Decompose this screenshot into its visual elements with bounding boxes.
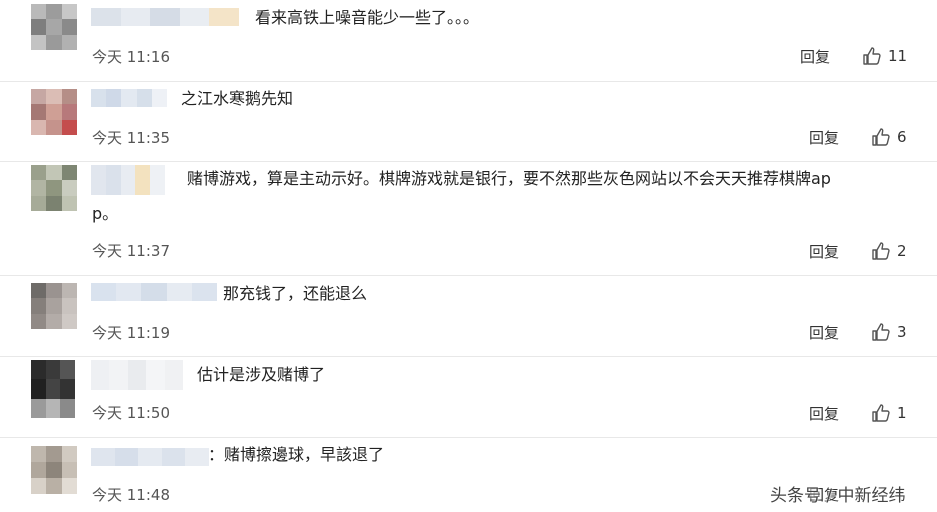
reply-button[interactable]: 回复 [809,241,839,262]
avatar[interactable] [31,360,75,418]
comment-time: 今天 11:35 [92,129,170,147]
thumbs-up-icon [872,404,890,422]
comment-time: 今天 11:16 [92,48,170,66]
comment-item: 那充钱了，还能退么 今天 11:19 回复 3 [0,276,937,357]
username[interactable] [91,448,209,466]
like-button[interactable]: 2 [871,241,907,261]
thumbs-up-icon [872,128,890,146]
username[interactable] [91,8,239,26]
comment-text: 看来高铁上噪音能少一些了。。。 [255,8,480,27]
username[interactable] [91,165,165,195]
comment-text: 之江水寒鹅先知 [181,89,294,108]
comment-text: ：赌博擦邊球，早該退了 [208,445,385,464]
avatar[interactable] [31,4,77,50]
comment-item: 赌博游戏，算是主动示好。棋牌游戏就是银行，要不然那些灰色网站以不会天天推荐棋牌a… [0,162,937,276]
avatar[interactable] [31,446,77,494]
avatar[interactable] [31,89,77,135]
comment-time: 今天 11:37 [92,242,170,260]
watermark: 头条号 / 中新经纬 [770,486,906,506]
comment-text: 那充钱了，还能退么 [223,284,368,303]
username[interactable] [91,283,218,301]
thumbs-up-icon [863,47,881,65]
thumbs-up-icon [872,323,890,341]
like-count: 6 [897,128,907,146]
like-count: 11 [888,47,908,65]
comment-item: 看来高铁上噪音能少一些了。。。 今天 11:16 回复 11 [0,0,937,82]
like-button[interactable]: 6 [871,127,907,147]
like-button[interactable]: 3 [871,322,907,342]
comment-time: 今天 11:48 [92,486,170,504]
reply-button[interactable]: 回复 [809,322,839,343]
username[interactable] [91,89,168,107]
like-button[interactable]: 11 [862,46,907,66]
like-button[interactable]: 1 [871,403,907,423]
comment-time: 今天 11:50 [92,404,170,422]
reply-button[interactable]: 回复 [800,46,830,67]
reply-button[interactable]: 回复 [809,127,839,148]
avatar[interactable] [31,283,77,329]
comment-text-continued: p。 [92,204,119,223]
comment-time: 今天 11:19 [92,324,170,342]
thumbs-up-icon [872,242,890,260]
username[interactable] [91,360,184,390]
reply-button[interactable]: 回复 [809,403,839,424]
comment-text: 估计是涉及赌博了 [197,365,326,384]
like-count: 1 [897,404,907,422]
like-count: 2 [897,242,907,260]
comment-text: 赌博游戏，算是主动示好。棋牌游戏就是银行，要不然那些灰色网站以不会天天推荐棋牌a… [187,169,831,188]
comment-item: 估计是涉及赌博了 今天 11:50 回复 1 [0,357,937,438]
comment-item: 之江水寒鹅先知 今天 11:35 回复 6 [0,82,937,162]
like-count: 3 [897,323,907,341]
avatar[interactable] [31,165,77,211]
